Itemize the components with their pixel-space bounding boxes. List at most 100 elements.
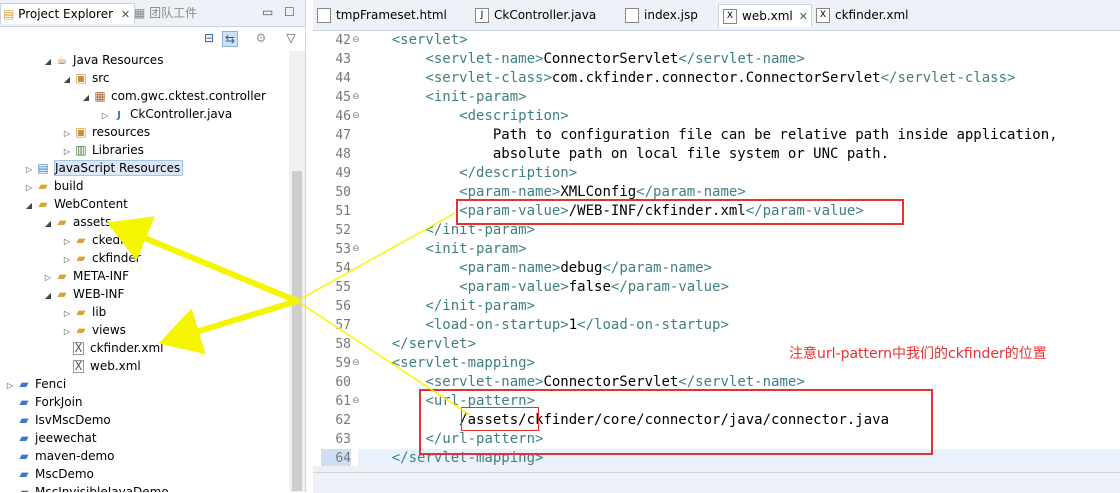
line-number: 60 [335,375,351,390]
expanded-twisty-icon[interactable]: ◢ [42,287,54,305]
code-text: XMLConfig [560,184,637,200]
tree-item[interactable]: ◢ ▰ assets [42,213,111,231]
tree-item[interactable]: ▷ ▰ lib [61,303,106,321]
xml-tag: <servlet-name> [425,374,544,390]
tree-item[interactable]: ▷ ▰ Fenci [4,375,66,393]
tree-item[interactable]: ▷ ▥ Libraries [61,141,144,159]
expanded-twisty-icon[interactable]: ◢ [42,53,54,71]
close-icon[interactable]: ✕ [121,8,130,21]
xml-tag: </servlet-class> [880,70,1016,86]
line-number: 47 [335,128,351,143]
tree-item[interactable]: ▷ ▣ resources [61,123,150,141]
close-icon[interactable]: ✕ [799,10,808,23]
tree-item[interactable]: ◢ ☕ Java Resources [42,51,164,71]
expanded-twisty-icon[interactable]: ◢ [80,89,92,107]
minimize-icon[interactable]: ▭ [262,5,273,19]
tree-item[interactable]: ▰ maven-demo [4,447,114,465]
tab-team[interactable]: ▦ 团队工件 [134,3,197,23]
tree-item[interactable]: ◢ ▦ com.gwc.cktest.controller [80,87,266,105]
tree-item[interactable]: ◢ ▰ WebContent [23,195,128,213]
tree-item[interactable]: ▰ ForkJoin [4,393,83,411]
java-file-icon: J [475,8,489,23]
tree-item[interactable]: ▷ ▰ build [23,177,84,195]
tree-item[interactable]: ▰ jeewechat [4,429,97,447]
xml-tag: </param-name> [636,184,746,200]
xml-tag: <servlet> [391,32,468,48]
tree-item[interactable]: Xweb.xml [61,357,141,375]
xml-tag: </load-on-startup> [577,317,729,333]
tree-item-label: Java Resources [73,53,164,67]
editor-tab[interactable]: J CkController.java [471,4,615,26]
tree-item-label: src [92,71,110,85]
filter-icon[interactable]: ⚙ [254,31,268,45]
tree-item[interactable]: ▷ ▤ JavaScript Resources [23,159,184,177]
editor-tab[interactable]: Xweb.xml ✕ [718,4,812,27]
line-number: 46 [335,109,351,124]
line-number: 63 [335,432,351,447]
code-line: <init-param> [358,88,526,107]
line-number: 44 [335,71,351,86]
jsp-file-icon [625,8,639,23]
tree-item-label: build [54,179,84,193]
expanded-twisty-icon[interactable]: ◢ [61,71,73,89]
tree-item-label: ForkJoin [35,395,83,409]
tree-item[interactable]: ▷ J CkController.java [99,105,232,123]
tree-item-label: JavaScript Resources [54,160,184,176]
line-number: 52 [335,223,351,238]
xml-tag: <servlet-name> [425,51,544,67]
tree-item[interactable]: ▰ IsvMscDemo [4,411,110,429]
tree-item[interactable]: ▷ ▰ META-INF [42,267,129,285]
collapse-all-icon[interactable]: ⊟ [202,31,216,45]
javascript-resources-icon: ▤ [37,161,49,175]
view-menu-icon[interactable]: ▽ [284,31,298,45]
source-folder-icon: ▣ [75,125,87,139]
editor-tab[interactable]: tmpFrameset.html [313,4,467,26]
tree-item-label: WebContent [54,197,128,211]
code-line: absolute path on local file system or UN… [358,145,889,164]
tree-item[interactable]: ▷ ▰ ckeditor [61,231,141,249]
folder-icon: ▰ [76,233,86,247]
html-file-icon [317,8,331,23]
line-number: 61 [335,394,351,409]
folder-icon: ▰ [76,323,86,337]
tree-item[interactable]: ◢ ▰ WEB-INF [42,285,125,305]
code-text: Path to configuration file can be relati… [492,127,1058,143]
expanded-twisty-icon[interactable]: ◢ [42,215,54,233]
tree-item-label: jeewechat [35,431,97,445]
xml-file-icon: X [816,8,830,23]
tree-item-label: web.xml [90,359,141,373]
explorer-scrollbar[interactable] [289,51,305,492]
maximize-icon[interactable]: ☐ [284,5,295,19]
highlight-assets-path-box [461,407,539,431]
tab-project-explorer-label: Project Explorer [18,7,114,21]
tree-item[interactable]: ◢ ▣ src [61,69,110,87]
tree-item-label: WEB-INF [73,287,125,301]
editor-tab[interactable]: Xckfinder.xml [812,4,916,26]
code-line: <param-name>debug</param-name> [358,259,712,278]
tree-item[interactable]: ▰ MscInvisibleJavaDemo [4,483,168,492]
line-number: 54 [335,261,351,276]
xml-tag: <param-name> [459,260,561,276]
explorer-scrollbar-thumb[interactable] [292,171,302,491]
line-number: 50 [335,185,351,200]
link-with-editor-icon[interactable]: ⇆ [222,31,238,47]
tree-item[interactable]: ▷ ▰ views [61,321,126,339]
tree-item-label: META-INF [73,269,130,283]
expanded-twisty-icon[interactable]: ◢ [23,197,35,215]
tree-item[interactable]: ▰ MscDemo [4,465,93,483]
code-line: <description> [358,107,569,126]
xml-file-icon: X [73,359,84,373]
tree-item[interactable]: Xckfinder.xml [61,339,163,357]
line-number: 42 [335,33,351,48]
tab-project-explorer[interactable]: ▤ Project Explorer ✕ [0,3,136,24]
code-text: debug [560,260,603,276]
editor-tab[interactable]: index.jsp [621,4,713,26]
tree-item[interactable]: ▷ ▰ ckfinder [61,249,141,267]
